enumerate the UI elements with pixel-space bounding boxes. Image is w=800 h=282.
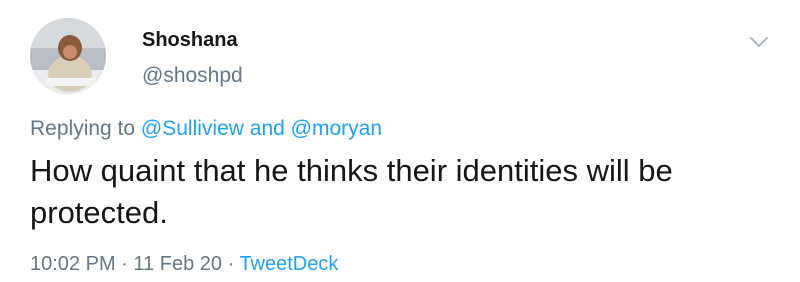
replying-to-label: Replying to [30,117,136,140]
mention-link-sulliview[interactable]: @Sulliview [141,117,244,140]
tweet-card: Shoshana @shoshpd Replying to @Sulliview… [0,0,800,282]
avatar[interactable] [30,18,106,94]
tweet-text: How quaint that he thinks their identiti… [30,153,673,230]
display-name[interactable]: Shoshana [142,29,238,52]
chevron-down-icon[interactable] [748,34,770,50]
replying-to: Replying to @Sulliview and @moryan [30,117,382,141]
tweet-metadata: 10:02 PM · 11 Feb 20 · TweetDeck [30,253,338,276]
mention-link-moryan[interactable]: @moryan [291,117,382,140]
mention-conjunction[interactable]: and [250,117,285,140]
tweet-source[interactable]: TweetDeck [239,253,338,275]
user-handle[interactable]: @shoshpd [142,64,243,88]
meta-separator: · [227,253,235,275]
tweet-time[interactable]: 10:02 PM [30,253,116,275]
tweet-date[interactable]: 11 Feb 20 [133,253,222,275]
meta-separator: · [121,253,128,275]
